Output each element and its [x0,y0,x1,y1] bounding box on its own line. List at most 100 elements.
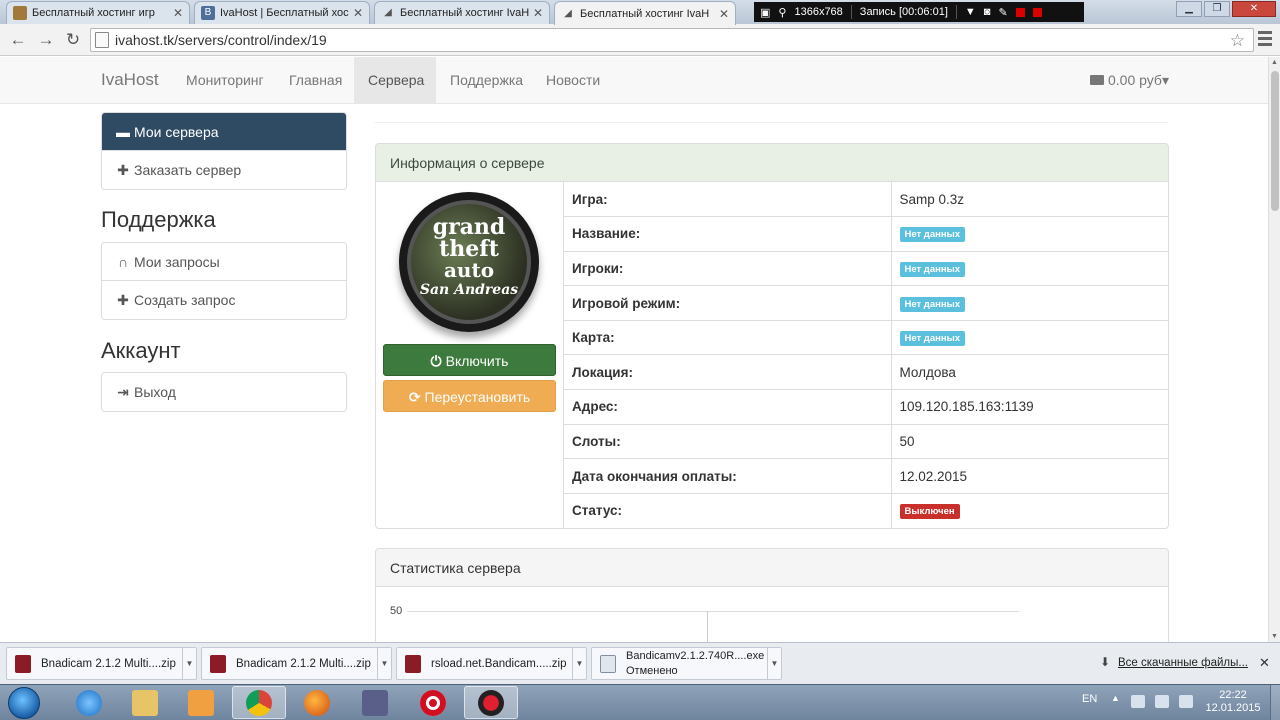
row-value: 12.02.2015 [891,458,1168,494]
back-arrow-icon[interactable]: ← [8,30,28,50]
download-menu-icon[interactable]: ▼ [572,648,586,679]
download-menu-icon[interactable]: ▼ [377,648,391,679]
status-badge: Выключен [899,504,960,520]
volume-icon[interactable] [1179,695,1193,708]
page-scrollbar[interactable]: ▲ ▼ [1268,57,1280,642]
row-value: 50 [891,424,1168,460]
dropdown-icon[interactable]: ▼ [965,6,976,18]
browser-tab-2[interactable]: B IvaHost | Бесплатный хос ✕ [194,1,370,24]
tab-close-icon[interactable]: ✕ [719,7,729,21]
address-bar[interactable]: ☆ [90,28,1254,52]
close-icon[interactable]: ✕ [1259,655,1270,671]
download-menu-icon[interactable]: ▼ [767,648,781,679]
site-favicon [13,6,27,20]
tab-close-icon[interactable]: ✕ [353,6,363,20]
servers-menu: ▬ Мои сервера ✚ Заказать сервер [101,112,347,190]
clock[interactable]: 22:22 12.01.2015 [1203,689,1263,715]
sidebar-item-logout[interactable]: ⇥ Выход [102,373,346,411]
server-info-table: Игра: Samp 0.3z Название: Нет данных Игрок… [564,182,1168,528]
browser-tab-1[interactable]: Бесплатный хостинг игр ✕ [6,1,190,24]
sidebar-item-my-requests[interactable]: ∩ Мои запросы [102,243,346,281]
network-icon[interactable] [1131,695,1145,708]
table-row: Название: Нет данных [564,216,1168,252]
divider [955,5,957,19]
reinstall-server-button[interactable]: ⟳ Переустановить [383,380,556,412]
language-indicator[interactable]: EN [1082,693,1097,705]
logout-icon: ⇥ [117,384,129,400]
stop-icon[interactable] [1032,7,1042,17]
download-item[interactable]: Bnadicam 2.1.2 Multi....zip ▼ [6,647,197,680]
site-navbar: IvaHost Мониторинг Главная Сервера Подде… [0,57,1268,104]
window-icon[interactable]: ▣ [760,6,770,19]
minimize-button[interactable]: ▁ [1176,1,1202,17]
sidebar-item-create-request[interactable]: ✚ Создать запрос [102,281,346,319]
action-center-icon[interactable] [1155,695,1169,708]
close-window-button[interactable]: ✕ [1232,1,1276,17]
logo-text-line: auto [443,258,495,282]
plus-icon: ✚ [117,162,129,178]
browser-tab-3[interactable]: ◢ Бесплатный хостинг IvaH ✕ [374,1,550,24]
browser-tab-4-active[interactable]: ◢ Бесплатный хостинг IvaH ✕ [554,1,736,25]
all-downloads-link[interactable]: Все скачанные файлы... [1118,657,1248,669]
row-key: Дата окончания оплаты: [564,458,892,494]
row-value: Samp 0.3z [891,182,1168,218]
download-item[interactable]: Bandicamv2.1.2.740R....exe Отменено ▼ [591,647,782,680]
page-favicon: ◢ [384,7,392,18]
restore-button[interactable]: ❐ [1204,1,1230,17]
row-key: Название: [564,216,892,252]
taskbar-bandicam[interactable] [464,686,518,719]
window-controls: ▁ ❐ ✕ [1176,1,1276,17]
download-arrow-icon: ⬇ [1100,655,1111,669]
no-data-badge: Нет данных [899,331,965,347]
pause-icon[interactable] [1015,7,1025,17]
panel-title: Статистика сервера [376,549,1168,587]
site-brand[interactable]: IvaHost [101,70,159,90]
page-favicon: ◢ [564,7,572,19]
url-input[interactable] [115,32,1215,48]
show-desktop-button[interactable] [1270,685,1280,720]
nav-servers[interactable]: Сервера [354,57,436,104]
browser-tabstrip: Бесплатный хостинг игр ✕ B IvaHost | Бес… [0,0,1280,25]
divider [375,122,1168,123]
table-row: Адрес: 109.120.185.163:1139 [564,389,1168,425]
scrollbar-thumb[interactable] [1271,71,1279,211]
scroll-up-icon[interactable]: ▲ [1271,59,1278,66]
bookmark-star-icon[interactable]: ☆ [1230,31,1245,51]
search-icon[interactable]: ⚲ [778,6,786,19]
download-menu-icon[interactable]: ▼ [182,648,196,679]
sidebar-item-order-server[interactable]: ✚ Заказать сервер [102,151,346,189]
nav-news[interactable]: Новости [532,57,614,104]
tab-close-icon[interactable]: ✕ [173,6,183,20]
row-key: Игра: [564,182,892,218]
nav-support[interactable]: Поддержка [436,57,537,104]
download-item[interactable]: Bnadicam 2.1.2 Multi....zip ▼ [201,647,392,680]
taskbar-explorer[interactable] [118,686,172,719]
tab-close-icon[interactable]: ✕ [533,6,543,20]
reload-icon[interactable]: ↻ [63,30,83,50]
nav-monitoring[interactable]: Мониторинг [172,57,278,104]
taskbar-media[interactable] [174,686,228,719]
camera-icon[interactable]: ◙ [984,6,991,18]
clock-date: 12.01.2015 [1205,702,1261,714]
taskbar-app[interactable] [348,686,402,719]
hdd-icon: ▬ [116,124,130,140]
start-server-button[interactable]: ⏻ Включить [383,344,556,376]
sidebar-item-my-servers[interactable]: ▬ Мои сервера [102,113,346,151]
show-hidden-icons-icon[interactable]: ▲ [1111,693,1120,703]
scroll-down-icon[interactable]: ▼ [1271,633,1278,640]
taskbar-firefox[interactable] [290,686,344,719]
taskbar-ie[interactable] [62,686,116,719]
pencil-icon[interactable]: ✎ [998,6,1007,19]
download-name: Bnadicam 2.1.2 Multi....zip [41,657,176,670]
taskbar-opera[interactable] [406,686,460,719]
folder-icon [132,689,158,716]
sidebar-item-label: Мои запросы [134,254,220,270]
forward-arrow-icon[interactable]: → [36,30,56,50]
download-item[interactable]: rsload.net.Bandicam.....zip ▼ [396,647,587,680]
balance-dropdown[interactable]: 0.00 руб▾ [1090,72,1169,89]
start-button[interactable] [8,687,40,719]
table-row: Слоты: 50 [564,424,1168,460]
browser-menu-icon[interactable] [1258,31,1272,47]
nav-home[interactable]: Главная [275,57,356,104]
taskbar-chrome[interactable] [232,686,286,719]
